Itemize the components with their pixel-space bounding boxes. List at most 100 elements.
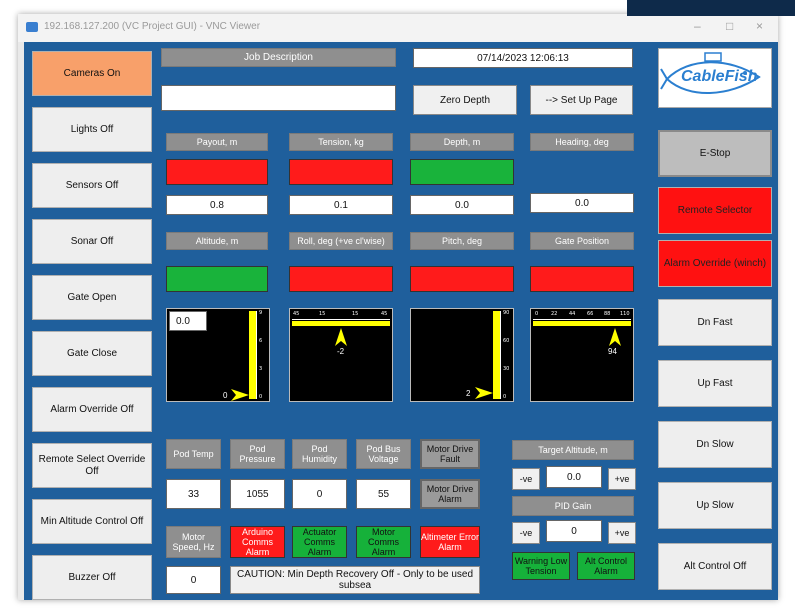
roll-label: Roll, deg (+ve cl'wise): [289, 232, 393, 250]
depth-value: 0.0: [410, 195, 514, 215]
pitch-label: Pitch, deg: [410, 232, 514, 250]
target-altitude-input[interactable]: 0.0: [546, 466, 602, 488]
gate-pointer-icon: [609, 328, 621, 346]
zero-depth-button[interactable]: Zero Depth: [413, 85, 517, 115]
altitude-label: Altitude, m: [166, 232, 268, 250]
pid-gain-label: PID Gain: [512, 496, 634, 516]
pitch-gauge: 90 60 30 0 2: [410, 308, 514, 402]
cablefish-logo: CableFish: [658, 48, 772, 108]
target-altitude-decrease-button[interactable]: -ve: [512, 468, 540, 490]
gate-position-value: 94: [608, 347, 617, 356]
gate-close-button[interactable]: Gate Close: [32, 331, 152, 376]
title-bar: 192.168.127.200 (VC Project GUI) - VNC V…: [18, 14, 778, 42]
sonar-button[interactable]: Sonar Off: [32, 219, 152, 264]
alt-control-button[interactable]: Alt Control Off: [658, 543, 772, 590]
caution-min-depth-recovery-button[interactable]: CAUTION: Min Depth Recovery Off - Only t…: [230, 566, 480, 594]
motor-drive-alarm-indicator: Motor Drive Alarm: [420, 479, 480, 509]
altitude-scale-bar: [249, 311, 256, 399]
arduino-comms-alarm: Arduino Comms Alarm: [230, 526, 285, 558]
min-altitude-control-button[interactable]: Min Altitude Control Off: [32, 499, 152, 544]
pid-gain-decrease-button[interactable]: -ve: [512, 522, 540, 544]
pid-gain-increase-button[interactable]: +ve: [608, 522, 636, 544]
up-fast-button[interactable]: Up Fast: [658, 360, 772, 407]
pod-humidity-label: Pod Humidity: [292, 439, 347, 469]
close-icon[interactable]: ×: [756, 20, 763, 32]
payout-label: Payout, m: [166, 133, 268, 151]
motor-speed-value: 0: [166, 566, 221, 594]
depth-label: Depth, m: [410, 133, 514, 151]
vnc-app-icon: [26, 22, 38, 32]
buzzer-button[interactable]: Buzzer Off: [32, 555, 152, 600]
motor-speed-label: Motor Speed, Hz: [166, 526, 221, 558]
dn-fast-button[interactable]: Dn Fast: [658, 299, 772, 346]
up-slow-button[interactable]: Up Slow: [658, 482, 772, 529]
dn-slow-button[interactable]: Dn Slow: [658, 421, 772, 468]
pod-bus-voltage-value: 55: [356, 479, 411, 509]
altitude-pointer-icon: [231, 389, 249, 401]
alarm-override-button[interactable]: Alarm Override Off: [32, 387, 152, 432]
gate-tick-66: 66: [587, 311, 594, 317]
heading-label: Heading, deg: [530, 133, 634, 151]
gate-position-label: Gate Position: [530, 232, 634, 250]
window-title: 192.168.127.200 (VC Project GUI) - VNC V…: [44, 21, 261, 32]
pod-bus-voltage-label: Pod Bus Voltage: [356, 439, 411, 469]
target-altitude-increase-button[interactable]: +ve: [608, 468, 636, 490]
minimize-icon[interactable]: –: [694, 20, 701, 32]
roll-pointer-icon: [335, 328, 347, 346]
roll-value: -2: [337, 347, 345, 356]
maximize-icon[interactable]: □: [726, 20, 733, 32]
pitch-tick-60: 60: [503, 338, 510, 344]
pitch-tick-0: 0: [503, 394, 507, 400]
gate-tick-88: 88: [604, 311, 611, 317]
pitch-pointer-label: 2: [466, 389, 471, 398]
pod-pressure-label: Pod Pressure: [230, 439, 285, 469]
roll-tick-15-left: 15: [319, 311, 326, 317]
cameras-button[interactable]: Cameras On: [32, 51, 152, 96]
motor-drive-fault-indicator: Motor Drive Fault: [420, 439, 480, 469]
background-navy-strip: [627, 0, 795, 16]
payout-value: 0.8: [166, 195, 268, 215]
pitch-tick-30: 30: [503, 366, 510, 372]
pod-temp-label: Pod Temp: [166, 439, 221, 469]
altitude-tick-0: 0: [259, 394, 263, 400]
pod-pressure-value: 1055: [230, 479, 285, 509]
payout-indicator: [166, 159, 268, 185]
sensors-button[interactable]: Sensors Off: [32, 163, 152, 208]
e-stop-button[interactable]: E-Stop: [658, 130, 772, 177]
gate-open-button[interactable]: Gate Open: [32, 275, 152, 320]
altitude-indicator: [166, 266, 268, 292]
roll-tick-45-left: 45: [293, 311, 300, 317]
altitude-gauge: 0.0 9 6 3 0 0: [166, 308, 270, 402]
motor-comms-alarm: Motor Comms Alarm: [356, 526, 411, 558]
gate-tick-44: 44: [569, 311, 576, 317]
altitude-pointer-label: 0: [223, 391, 228, 400]
job-description-field[interactable]: [161, 85, 396, 111]
altitude-readout: 0.0: [169, 311, 207, 331]
lights-button[interactable]: Lights Off: [32, 107, 152, 152]
gate-tick-110: 110: [620, 311, 630, 317]
alt-control-alarm-light: Alt Control Alarm: [577, 552, 635, 580]
job-description-label: Job Description: [161, 48, 396, 67]
setup-page-button[interactable]: --> Set Up Page: [530, 85, 633, 115]
gate-scale-bar: [533, 321, 631, 326]
tension-label: Tension, kg: [289, 133, 393, 151]
altimeter-error-alarm: Altimeter Error Alarm: [420, 526, 480, 558]
remote-selector-button[interactable]: Remote Selector: [658, 187, 772, 234]
alarm-override-winch-button[interactable]: Alarm Override (winch): [658, 240, 772, 287]
altitude-tick-6: 6: [259, 338, 263, 344]
target-altitude-label: Target Altitude, m: [512, 440, 634, 460]
pitch-scale-bar: [493, 311, 500, 399]
datetime-display: 07/14/2023 12:06:13: [413, 48, 633, 68]
remote-select-override-button[interactable]: Remote Select Override Off: [32, 443, 152, 488]
gate-position-gauge: 0 22 44 66 88 110 94: [530, 308, 634, 402]
gate-tick-22: 22: [551, 311, 558, 317]
pid-gain-input[interactable]: 0: [546, 520, 602, 542]
roll-scale-bar: [292, 321, 390, 326]
pod-temp-value: 33: [166, 479, 221, 509]
logo-text: CableFish: [681, 68, 758, 85]
altitude-tick-9: 9: [259, 310, 263, 316]
heading-value: 0.0: [530, 193, 634, 213]
pitch-tick-90: 90: [503, 310, 510, 316]
pod-humidity-value: 0: [292, 479, 347, 509]
gate-tick-0: 0: [535, 311, 539, 317]
